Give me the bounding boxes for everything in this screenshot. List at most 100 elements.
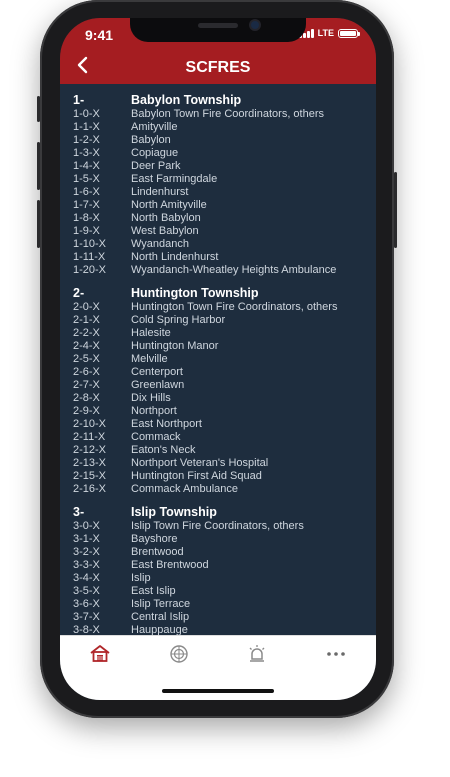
unit-name: Huntington Manor [131, 340, 219, 352]
list-item[interactable]: 3-7-X Central Islip [60, 611, 376, 624]
list-item[interactable]: 3-4-X Islip [60, 572, 376, 585]
list-item[interactable]: 2-16-X Commack Ambulance [60, 483, 376, 496]
list-item[interactable]: 2-6-X Centerport [60, 366, 376, 379]
list-item[interactable]: 3-8-X Hauppauge [60, 624, 376, 635]
unit-code: 2-7-X [73, 379, 100, 391]
unit-name: Eaton's Neck [131, 444, 196, 456]
more-dots-icon [327, 652, 345, 656]
list-item[interactable]: 2-15-X Huntington First Aid Squad [60, 470, 376, 483]
unit-name: Melville [131, 353, 168, 365]
unit-name: Brentwood [131, 546, 184, 558]
unit-code: 2-10-X [73, 418, 107, 430]
section-name: Islip Township [131, 505, 217, 519]
tab-alerts[interactable] [247, 644, 267, 664]
list-item[interactable]: 3-2-X Brentwood [60, 546, 376, 559]
list-item[interactable]: 1-4-X Deer Park [60, 160, 376, 173]
township-section: 3- Islip Township 3-0-X Islip Town Fire Coo… [60, 504, 376, 635]
unit-name: East Northport [131, 418, 202, 430]
unit-name: North Amityville [131, 199, 207, 211]
unit-code: 3-6-X [73, 598, 100, 610]
unit-name: Northport Veteran's Hospital [131, 457, 269, 469]
unit-name: Islip Town Fire Coordinators, others [131, 520, 304, 532]
phone-notch [130, 18, 306, 42]
mute-switch [37, 96, 40, 122]
unit-code: 2-16-X [73, 483, 107, 495]
list-item[interactable]: 2-0-X Huntington Town Fire Coordinators, … [60, 301, 376, 314]
bottom-tab-bar [60, 635, 376, 700]
list-item[interactable]: 2-12-X Eaton's Neck [60, 444, 376, 457]
unit-name: Central Islip [131, 611, 190, 623]
section-code: 1- [73, 93, 85, 107]
power-button [394, 172, 397, 248]
battery-icon [338, 28, 360, 38]
list-item[interactable]: 2-13-X Northport Veteran's Hospital [60, 457, 376, 470]
unit-code: 2-11-X [73, 431, 106, 443]
unit-name: Copiague [131, 147, 179, 159]
unit-code: 2-6-X [73, 366, 100, 378]
unit-code: 1-5-X [73, 173, 100, 185]
unit-name: Amityville [131, 121, 178, 133]
unit-name: Wyandanch-Wheatley Heights Ambulance [131, 264, 337, 276]
list-item[interactable]: 1-7-X North Amityville [60, 199, 376, 212]
tab-more[interactable] [326, 644, 346, 664]
list-item[interactable]: 2-2-X Halesite [60, 327, 376, 340]
list-item[interactable]: 3-5-X East Islip [60, 585, 376, 598]
unit-name: East Farmingdale [131, 173, 218, 185]
volume-up-button [37, 142, 40, 190]
tab-departments[interactable] [169, 644, 189, 664]
list-item[interactable]: 1-9-X West Babylon [60, 225, 376, 238]
unit-name: Centerport [131, 366, 183, 378]
unit-code: 2-5-X [73, 353, 100, 365]
list-item[interactable]: 1-10-X Wyandanch [60, 238, 376, 251]
volume-down-button [37, 200, 40, 248]
list-item[interactable]: 2-9-X Northport [60, 405, 376, 418]
unit-code: 1-10-X [73, 238, 107, 250]
list-item[interactable]: 1-2-X Babylon [60, 134, 376, 147]
list-item[interactable]: 2-5-X Melville [60, 353, 376, 366]
unit-code: 1-20-X [73, 264, 107, 276]
list-item[interactable]: 2-7-X Greenlawn [60, 379, 376, 392]
list-item[interactable]: 1-3-X Copiague [60, 147, 376, 160]
list-item[interactable]: 1-8-X North Babylon [60, 212, 376, 225]
unit-code: 3-5-X [73, 585, 100, 597]
firehouse-icon [90, 645, 110, 662]
unit-name: Greenlawn [131, 379, 185, 391]
list-item[interactable]: 3-0-X Islip Town Fire Coordinators, other… [60, 520, 376, 533]
unit-code: 1-7-X [73, 199, 100, 211]
unit-code: 3-4-X [73, 572, 100, 584]
fire-department-badge-icon [170, 645, 188, 663]
list-item[interactable]: 1-20-X Wyandanch-Wheatley Heights Ambulan… [60, 264, 376, 277]
list-item[interactable]: 3-6-X Islip Terrace [60, 598, 376, 611]
unit-name: North Babylon [131, 212, 201, 224]
list-item[interactable]: 2-11-X Commack [60, 431, 376, 444]
unit-name: Lindenhurst [131, 186, 189, 198]
unit-code: 1-6-X [73, 186, 100, 198]
unit-name: Islip [131, 572, 151, 584]
tab-home[interactable] [90, 644, 110, 664]
list-item[interactable]: 2-10-X East Northport [60, 418, 376, 431]
status-indicators: LTE [298, 28, 360, 38]
unit-name: Bayshore [131, 533, 178, 545]
unit-name: Commack Ambulance [131, 483, 238, 495]
list-item[interactable]: 2-4-X Huntington Manor [60, 340, 376, 353]
list-item[interactable]: 1-5-X East Farmingdale [60, 173, 376, 186]
list-item[interactable]: 1-0-X Babylon Town Fire Coordinators, oth… [60, 108, 376, 121]
list-item[interactable]: 2-1-X Cold Spring Harbor [60, 314, 376, 327]
unit-code: 3-1-X [73, 533, 100, 545]
list-item[interactable]: 3-3-X East Brentwood [60, 559, 376, 572]
unit-code: 2-12-X [73, 444, 107, 456]
unit-name: Islip Terrace [131, 598, 191, 610]
list-item[interactable]: 1-11-X North Lindenhurst [60, 251, 376, 264]
list-item[interactable]: 3-1-X Bayshore [60, 533, 376, 546]
unit-code: 1-3-X [73, 147, 100, 159]
list-item[interactable]: 1-6-X Lindenhurst [60, 186, 376, 199]
list-item[interactable]: 1-1-X Amityville [60, 121, 376, 134]
unit-code: 1-9-X [73, 225, 100, 237]
page-title: SCFRES [185, 59, 251, 76]
list-item[interactable]: 2-8-X Dix Hills [60, 392, 376, 405]
unit-name: Northport [131, 405, 177, 417]
siren-alert-icon [249, 645, 265, 662]
township-code-list[interactable]: 1- Babylon Township 1-0-X Babylon Town Fire… [60, 84, 376, 635]
unit-name: Commack [131, 431, 181, 443]
earpiece-speaker [198, 23, 238, 28]
